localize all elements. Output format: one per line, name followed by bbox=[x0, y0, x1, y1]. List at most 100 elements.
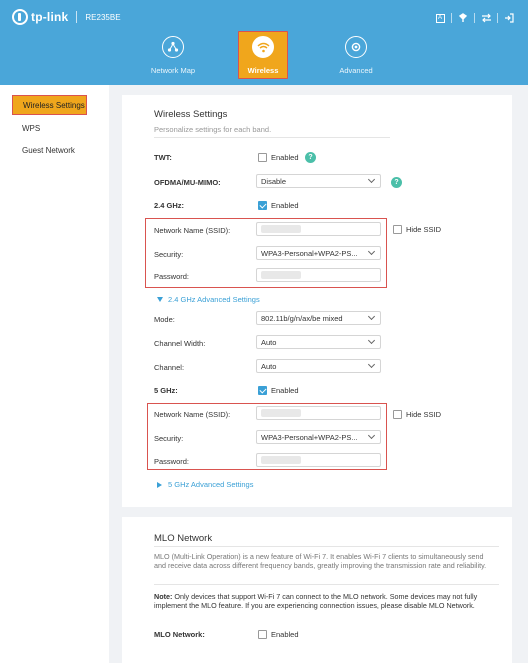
band5-checkbox[interactable] bbox=[258, 386, 267, 395]
band5-enabled-label: Enabled bbox=[271, 386, 299, 395]
mlo-title: MLO Network bbox=[154, 533, 213, 544]
band5-advanced-label: 5 GHz Advanced Settings bbox=[168, 480, 254, 489]
section-divider bbox=[154, 137, 390, 138]
mlo-note-label: Note: bbox=[154, 592, 173, 601]
reboot-icon[interactable] bbox=[475, 11, 497, 25]
ofdma-help-icon[interactable]: ? bbox=[391, 177, 402, 188]
header: tp-link RE235BE A Network Map Wireless A… bbox=[0, 0, 528, 85]
band5-hide-ssid-label: Hide SSID bbox=[406, 410, 442, 419]
language-letter: A bbox=[435, 13, 445, 23]
sidebar-item-wps[interactable]: WPS bbox=[22, 124, 40, 133]
band24-password-label: Password: bbox=[154, 272, 190, 281]
mlo-note: Note: Only devices that support Wi-Fi 7 … bbox=[154, 592, 494, 610]
mode-label: Mode: bbox=[154, 315, 175, 324]
band5-ssid-label: Network Name (SSID): bbox=[154, 410, 231, 419]
nav-wireless[interactable]: Wireless bbox=[238, 31, 288, 79]
twt-enabled-label: Enabled bbox=[271, 153, 299, 162]
ofdma-value: Disable bbox=[261, 176, 287, 186]
band24-security-label: Security: bbox=[154, 250, 184, 259]
blurred-value bbox=[261, 409, 301, 417]
mlo-note-text: Only devices that support Wi-Fi 7 can co… bbox=[154, 592, 478, 610]
ofdma-label: OFDMA/MU-MIMO: bbox=[154, 178, 221, 187]
band5-password-input[interactable] bbox=[256, 453, 381, 467]
mlo-checkbox[interactable] bbox=[258, 630, 267, 639]
gear-icon bbox=[345, 36, 367, 58]
blurred-value bbox=[261, 456, 301, 464]
band24-label: 2.4 GHz: bbox=[154, 201, 185, 210]
section-title: Wireless Settings bbox=[154, 109, 228, 120]
band24-security-value: WPA3-Personal+WPA2-PS... bbox=[261, 248, 358, 258]
band24-advanced-label: 2.4 GHz Advanced Settings bbox=[168, 295, 260, 304]
twt-label: TWT: bbox=[154, 153, 172, 162]
top-toolbar: A bbox=[429, 11, 520, 25]
tp-link-logo-icon bbox=[12, 9, 28, 25]
mlo-network-label: MLO Network: bbox=[154, 630, 205, 639]
band24-hide-ssid-checkbox[interactable] bbox=[393, 225, 402, 234]
channel-label: Channel: bbox=[154, 363, 185, 372]
channel-value: Auto bbox=[261, 361, 277, 371]
band24-password-input[interactable] bbox=[256, 268, 381, 282]
twt-checkbox[interactable] bbox=[258, 153, 267, 162]
mlo-divider bbox=[154, 546, 499, 547]
twt-help-icon[interactable]: ? bbox=[305, 152, 316, 163]
network-map-icon bbox=[162, 36, 184, 58]
twt-checkbox-row[interactable]: Enabled bbox=[258, 153, 299, 162]
triangle-right-icon bbox=[157, 481, 162, 488]
wifi-icon bbox=[252, 36, 274, 58]
mode-value: 802.11b/g/n/ax/be mixed bbox=[261, 313, 343, 323]
logout-icon[interactable] bbox=[498, 11, 520, 25]
channel-width-label: Channel Width: bbox=[154, 339, 206, 348]
nav-advanced[interactable]: Advanced bbox=[332, 32, 380, 78]
ofdma-select[interactable]: Disable bbox=[256, 174, 381, 188]
chevron-down-icon bbox=[367, 336, 376, 345]
nav-wireless-label: Wireless bbox=[247, 66, 279, 75]
sidebar bbox=[0, 85, 109, 663]
sidebar-item-guest-network[interactable]: Guest Network bbox=[22, 146, 75, 155]
logo-divider bbox=[76, 11, 78, 23]
mlo-divider-2 bbox=[154, 584, 499, 585]
band24-security-select[interactable]: WPA3-Personal+WPA2-PS... bbox=[256, 246, 381, 260]
chevron-down-icon bbox=[367, 431, 376, 440]
band24-hide-ssid-label: Hide SSID bbox=[406, 225, 442, 234]
logo: tp-link RE235BE bbox=[12, 8, 121, 26]
band24-checkbox[interactable] bbox=[258, 201, 267, 210]
band24-advanced-toggle[interactable]: 2.4 GHz Advanced Settings bbox=[157, 295, 260, 304]
mlo-checkbox-row[interactable]: Enabled bbox=[258, 630, 299, 639]
chevron-down-icon bbox=[367, 312, 376, 321]
language-icon[interactable]: A bbox=[429, 11, 451, 25]
led-icon[interactable] bbox=[452, 11, 474, 25]
band24-hide-ssid-row[interactable]: Hide SSID bbox=[393, 225, 441, 234]
band5-hide-ssid-checkbox[interactable] bbox=[393, 410, 402, 419]
triangle-down-icon bbox=[157, 297, 163, 302]
channel-width-value: Auto bbox=[261, 337, 277, 347]
band24-enabled-label: Enabled bbox=[271, 201, 299, 210]
band5-hide-ssid-row[interactable]: Hide SSID bbox=[393, 410, 441, 419]
brand-name: tp-link bbox=[31, 10, 69, 24]
band5-security-value: WPA3-Personal+WPA2-PS... bbox=[261, 432, 358, 442]
band5-advanced-toggle[interactable]: 5 GHz Advanced Settings bbox=[157, 480, 253, 489]
mode-select[interactable]: 802.11b/g/n/ax/be mixed bbox=[256, 311, 381, 325]
channel-width-select[interactable]: Auto bbox=[256, 335, 381, 349]
mlo-enabled-label: Enabled bbox=[271, 630, 299, 639]
band5-security-label: Security: bbox=[154, 434, 184, 443]
channel-select[interactable]: Auto bbox=[256, 359, 381, 373]
band24-checkbox-row[interactable]: Enabled bbox=[258, 201, 299, 210]
chevron-down-icon bbox=[367, 247, 376, 256]
band24-ssid-label: Network Name (SSID): bbox=[154, 226, 231, 235]
mlo-description: MLO (Multi-Link Operation) is a new feat… bbox=[154, 552, 487, 570]
nav-network-map[interactable]: Network Map bbox=[145, 32, 201, 78]
band5-ssid-input[interactable] bbox=[256, 406, 381, 420]
nav-network-map-label: Network Map bbox=[150, 66, 196, 75]
blurred-value bbox=[261, 271, 301, 279]
band24-ssid-input[interactable] bbox=[256, 222, 381, 236]
band5-label: 5 GHz: bbox=[154, 386, 178, 395]
band5-password-label: Password: bbox=[154, 457, 190, 466]
nav-advanced-label: Advanced bbox=[339, 66, 373, 75]
section-subtitle: Personalize settings for each band. bbox=[154, 125, 272, 134]
band5-checkbox-row[interactable]: Enabled bbox=[258, 386, 299, 395]
band5-security-select[interactable]: WPA3-Personal+WPA2-PS... bbox=[256, 430, 381, 444]
sidebar-item-wireless-settings[interactable]: Wireless Settings bbox=[12, 95, 87, 115]
chevron-down-icon bbox=[367, 175, 376, 184]
blurred-value bbox=[261, 225, 301, 233]
chevron-down-icon bbox=[367, 360, 376, 369]
